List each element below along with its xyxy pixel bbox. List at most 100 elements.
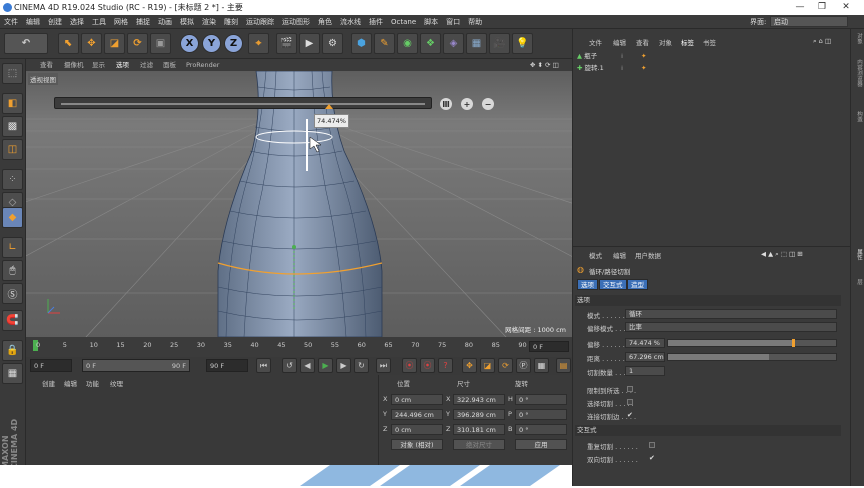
cuts-field[interactable]: 1 [625, 366, 665, 376]
grid-snap-icon[interactable]: ▦ [2, 363, 23, 384]
render-view-icon[interactable]: 🎬 [276, 33, 297, 54]
attr-menu-edit[interactable]: 编辑 [613, 250, 626, 260]
visibility-dots-icon[interactable]: ⁞ [621, 63, 623, 74]
render-picture-icon[interactable]: ▶ [299, 33, 320, 54]
material-menu-texture[interactable]: 纹理 [110, 378, 123, 388]
viewport-menu-view[interactable]: 查看 [40, 59, 53, 71]
autokey-icon[interactable]: ⦿ [420, 358, 435, 373]
viewport-menu-panel[interactable]: 面板 [163, 59, 176, 71]
menu-item[interactable]: 雕刻 [220, 15, 242, 29]
rotation-h-field[interactable]: 0 ° [515, 394, 567, 405]
object-menu-file[interactable]: 文件 [589, 37, 602, 47]
camera-icon[interactable]: 🎥 [489, 33, 510, 54]
object-menu-bookmarks[interactable]: 书签 [703, 37, 716, 47]
loop-cut-slider[interactable] [54, 97, 432, 109]
layout-select[interactable]: 启动 [770, 16, 848, 27]
menu-item[interactable]: 窗口 [442, 15, 464, 29]
range-slider[interactable]: 0 F 90 F [82, 359, 190, 372]
keyframe-selection-icon[interactable]: ? [438, 358, 453, 373]
menu-item[interactable]: 工具 [88, 15, 110, 29]
side-tab-content-browser[interactable]: 内容浏览器 [853, 59, 863, 87]
position-z-field[interactable]: 0 cm [391, 424, 443, 435]
side-tab-attributes[interactable]: 属性 [853, 249, 863, 260]
max-frame-field[interactable]: 90 F [206, 359, 248, 372]
offset-slider[interactable] [667, 339, 837, 347]
offset-slider-knob[interactable] [792, 339, 796, 347]
menu-item[interactable]: 脚本 [420, 15, 442, 29]
distance-slider[interactable] [667, 353, 837, 361]
cloner-icon[interactable]: ❖ [420, 33, 441, 54]
resample-checkbox[interactable] [649, 442, 655, 448]
size-y-field[interactable]: 396.289 cm [453, 409, 505, 420]
visibility-dots-icon[interactable]: ⁞ [621, 51, 623, 62]
attr-menu-mode[interactable]: 模式 [589, 250, 602, 260]
object-menu-tags[interactable]: 标签 [681, 37, 694, 47]
material-menu-create[interactable]: 创建 [42, 378, 55, 388]
side-tab-layers[interactable]: 层 [853, 279, 863, 285]
object-menu-edit[interactable]: 编辑 [613, 37, 626, 47]
menu-item[interactable]: 选择 [66, 15, 88, 29]
position-y-field[interactable]: 244.496 cm [391, 409, 443, 420]
phong-tag-icon[interactable]: ✦ [641, 51, 646, 62]
record-icon[interactable]: ⦿ [402, 358, 417, 373]
magnet-icon[interactable]: 🧲 [2, 310, 23, 331]
play-icon[interactable]: ▶ [318, 358, 333, 373]
goto-start-icon[interactable]: ⏮ [256, 358, 271, 373]
axis-x-button[interactable]: X [180, 34, 199, 53]
select-cuts-checkbox[interactable] [627, 399, 633, 405]
rotate-icon[interactable]: ⟳ [127, 33, 148, 54]
viewport-menu-options[interactable]: 选项 [116, 59, 129, 71]
rotation-p-field[interactable]: 0 ° [515, 409, 567, 420]
prev-frame-icon[interactable]: ◀ [300, 358, 315, 373]
axis-z-button[interactable]: Z [224, 34, 243, 53]
object-row[interactable]: ▲ 瓶子 ⁞ ✦ [577, 51, 646, 62]
menu-item[interactable]: 捕捉 [132, 15, 154, 29]
material-menu-function[interactable]: 功能 [86, 378, 99, 388]
bidirectional-checkbox-checked[interactable]: ✔ [649, 455, 655, 462]
viewport-nav-icon[interactable]: ✥ ⬍ ⟳ ◫ [530, 59, 559, 71]
menu-item[interactable]: 编辑 [22, 15, 44, 29]
axis-y-button[interactable]: Y [202, 34, 221, 53]
axis-mode-icon[interactable]: ∟ [2, 237, 23, 258]
key-pla-icon[interactable]: ▦ [534, 358, 549, 373]
light-icon[interactable]: 💡 [512, 33, 533, 54]
loop-hud-add-icon[interactable]: + [461, 98, 473, 110]
move-icon[interactable]: ✥ [81, 33, 102, 54]
coord-mode-select[interactable]: 对象 (相对) [391, 439, 443, 450]
polygons-mode-icon[interactable]: ◆ [2, 207, 23, 228]
menu-item[interactable]: 运动跟踪 [242, 15, 278, 29]
object-icon[interactable]: ▣ [150, 33, 171, 54]
position-x-field[interactable]: 0 cm [391, 394, 443, 405]
tab-options[interactable]: 选项 [577, 279, 598, 290]
object-nav-icons[interactable]: ⌕ ⌂ ◫ [813, 37, 831, 46]
coord-icon[interactable]: ⌖ [248, 33, 269, 54]
slider-knob[interactable] [325, 104, 334, 109]
menu-item[interactable]: 创建 [44, 15, 66, 29]
perspective-viewport[interactable]: 透视视图 Ⅲ + − 74.474% 网格间距 : 1000 cm [26, 71, 572, 337]
current-frame-field[interactable]: 0 F [30, 359, 72, 372]
key-rotation-icon[interactable]: ⟳ [498, 358, 513, 373]
object-row[interactable]: ✚ 旋转.1 ⁞ ✦ [577, 63, 646, 74]
object-menu-view[interactable]: 查看 [636, 37, 649, 47]
side-tab-objects[interactable]: 对象 [853, 33, 863, 44]
size-mode-select[interactable]: 绝对尺寸 [453, 439, 505, 450]
goto-end-icon[interactable]: ⏭ [376, 358, 391, 373]
offset-field[interactable]: 74.474 % [625, 338, 665, 348]
pen-icon[interactable]: ✎ [374, 33, 395, 54]
workplane-icon[interactable]: ◫ [2, 139, 23, 160]
key-param-icon[interactable]: Ⓟ [516, 358, 531, 373]
menu-item[interactable]: 运动图形 [278, 15, 314, 29]
tweak-mode-icon[interactable]: 🖱 [2, 260, 23, 281]
model-mode-icon[interactable]: ◧ [2, 93, 23, 114]
next-key-icon[interactable]: ↻ [354, 358, 369, 373]
viewport-menu-filter[interactable]: 过滤 [140, 59, 153, 71]
end-frame-field[interactable]: 0 F [529, 341, 569, 352]
viewport-menu-camera[interactable]: 摄像机 [64, 59, 84, 71]
close-button[interactable]: ✕ [836, 0, 856, 15]
offset-mode-select[interactable]: 比率 [625, 322, 837, 332]
menu-item[interactable]: Octane [387, 15, 420, 29]
key-scale-icon[interactable]: ◪ [480, 358, 495, 373]
attr-nav-icons[interactable]: ◀ ▲ ⌕ ⬚ ◫ ⊞ [761, 250, 803, 259]
key-position-icon[interactable]: ✥ [462, 358, 477, 373]
menu-item[interactable]: 文件 [0, 15, 22, 29]
